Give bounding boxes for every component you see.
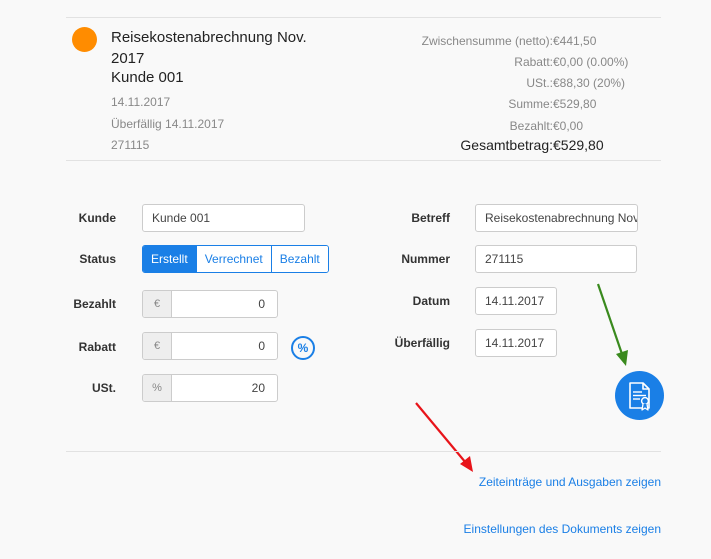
time-entries-link[interactable]: Zeiteinträge und Ausgaben zeigen [479,475,661,489]
green-arrow-icon [596,283,628,366]
red-arrow-icon [415,402,473,472]
footer-divider [66,451,661,452]
document-settings-link[interactable]: Einstellungen des Dokuments zeigen [464,522,661,536]
